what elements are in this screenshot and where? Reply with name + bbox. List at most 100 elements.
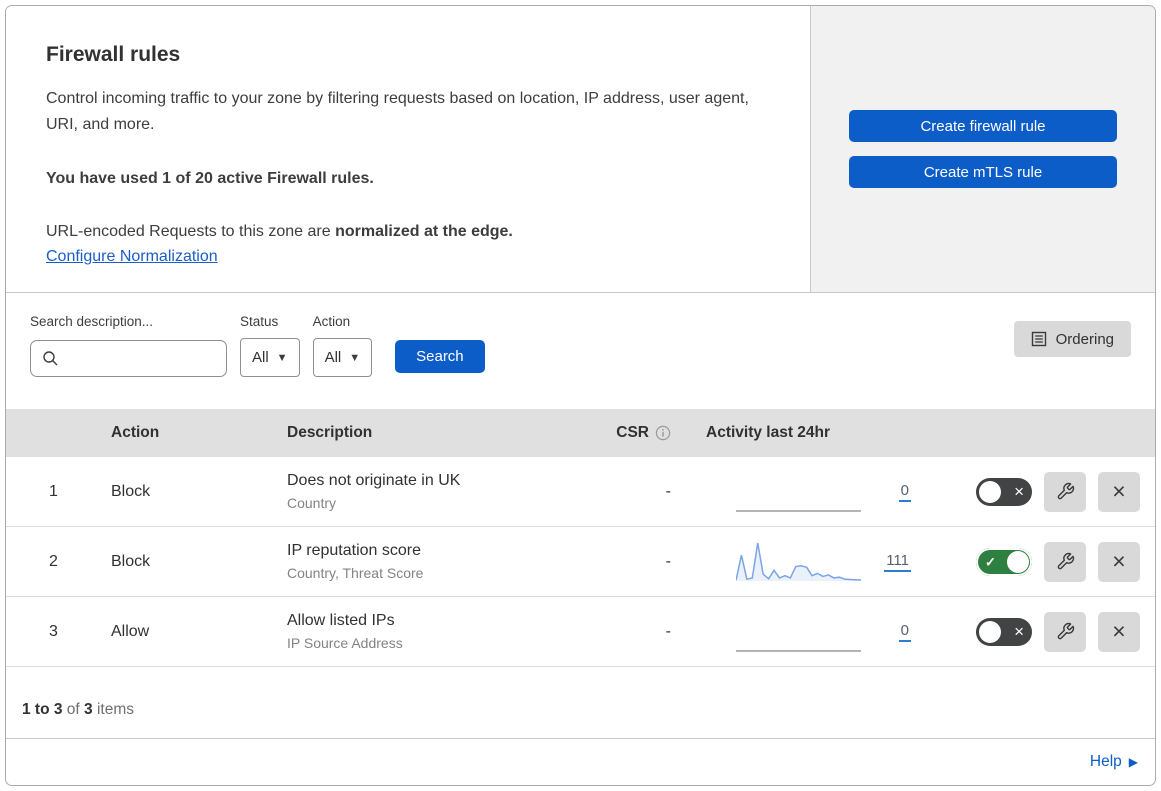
ordering-button-label: Ordering [1055,330,1114,348]
rule-enabled-toggle[interactable]: × ✓ [976,547,1032,576]
toggle-knob [979,480,1001,503]
normalization-note: URL-encoded Requests to this zone are no… [46,219,770,245]
search-input[interactable] [67,350,215,367]
create-mtls-rule-button[interactable]: Create mTLS rule [849,156,1117,188]
rule-csr: - [665,552,671,570]
chevron-down-icon: ▼ [276,351,288,364]
rule-action: Allow [111,622,150,640]
rule-description-cell: Allow listed IPs IP Source Address [281,612,611,651]
close-icon: × [1112,548,1126,574]
status-value: All [252,349,269,366]
status-field-group: Status All ▼ [240,314,300,377]
table-row: 2 Block IP reputation score Country, Thr… [6,527,1155,597]
activity-sparkline [736,542,861,581]
toggle-off-icon: × [1014,481,1024,501]
column-activity: Activity last 24hr [706,424,831,441]
table-header: Action Description CSR Activity last 24h… [6,409,1155,457]
delete-rule-button[interactable]: × [1098,611,1140,652]
items-total: 3 [84,700,93,718]
rule-controls: × ✓ × [926,471,1155,512]
rule-action: Block [111,482,151,500]
rule-action: Block [111,552,151,570]
search-icon [43,351,58,366]
toggle-on-icon: ✓ [985,554,996,569]
activity-count-link[interactable]: 0 [898,622,911,642]
hero-text-column: Firewall rules Control incoming traffic … [6,6,810,292]
wrench-icon [1057,552,1074,570]
rule-activity-cell: 0 [686,610,926,654]
usage-note: You have used 1 of 20 active Firewall ru… [46,170,374,187]
activity-count-link[interactable]: 111 [884,552,911,572]
rule-controls: × ✓ × [926,541,1155,582]
action-label: Action [312,314,351,329]
delete-rule-button[interactable]: × [1098,471,1140,512]
rule-priority: 2 [49,552,58,570]
toggle-knob [979,620,1001,643]
toggle-knob [1007,550,1029,573]
rule-enabled-toggle[interactable]: × ✓ [976,477,1032,506]
items-word: items [92,700,134,718]
help-link-label: Help [1089,752,1122,770]
wrench-icon [1057,482,1074,500]
rule-description: Does not originate in UK [287,472,461,489]
action-panel: Create firewall rule Create mTLS rule [810,6,1155,292]
rule-csr: - [665,622,671,640]
table-row: 3 Allow Allow listed IPs IP Source Addre… [6,597,1155,667]
search-button[interactable]: Search [395,340,485,373]
toggle-off-icon: × [1014,621,1024,641]
rule-activity-cell: 111 [686,540,926,584]
rule-activity-cell: 0 [686,470,926,514]
action-field-group: Action All ▼ [312,314,373,377]
delete-rule-button[interactable]: × [1098,541,1140,582]
normalization-prefix: URL-encoded Requests to this zone are [46,223,336,240]
create-firewall-rule-button[interactable]: Create firewall rule [849,110,1117,142]
edit-rule-button[interactable] [1044,471,1086,512]
edit-rule-button[interactable] [1044,541,1086,582]
rule-description: Allow listed IPs [287,612,395,629]
activity-count-link[interactable]: 0 [898,482,911,502]
activity-sparkline [736,509,861,512]
activity-sparkline [736,649,861,652]
info-icon[interactable] [655,425,671,441]
items-of: of [62,700,85,718]
filter-bar: Search description... Status All ▼ Actio… [6,293,1155,409]
column-description: Description [287,424,373,441]
rule-priority: 3 [49,622,58,640]
ordering-button[interactable]: Ordering [1013,321,1131,357]
pagination-summary: 1 to 3 of 3 items [6,667,1155,739]
rule-enabled-toggle[interactable]: × ✓ [976,617,1032,646]
edit-rule-button[interactable] [1044,611,1086,652]
rule-fields: Country, Threat Score [287,565,424,581]
rule-description: IP reputation score [287,542,422,559]
help-bar: Help ▶ [6,739,1155,784]
firewall-rules-panel: Firewall rules Control incoming traffic … [5,5,1156,786]
status-label: Status [240,314,279,329]
rule-priority: 1 [49,482,58,500]
normalization-bold: normalized at the edge. [335,223,513,240]
help-link[interactable]: Help ▶ [1090,753,1138,771]
action-value: All [324,349,342,366]
ordered-list-icon [1031,331,1046,347]
configure-normalization-link[interactable]: Configure Normalization [46,248,218,265]
search-box[interactable] [30,340,227,377]
hero-section: Firewall rules Control incoming traffic … [6,6,1155,293]
column-action: Action [111,424,160,441]
rule-csr: - [665,482,671,500]
page-title: Firewall rules [46,43,181,66]
search-field-group: Search description... [30,314,227,377]
rule-fields: Country [287,495,337,511]
table-row: 1 Block Does not originate in UK Country… [6,457,1155,527]
rule-description-cell: Does not originate in UK Country [281,472,611,511]
search-label: Search description... [30,314,154,329]
close-icon: × [1112,478,1126,504]
chevron-down-icon: ▼ [349,351,361,364]
action-select[interactable]: All ▼ [312,338,373,377]
rule-description-cell: IP reputation score Country, Threat Scor… [281,542,611,581]
column-csr: CSR [611,424,686,442]
page-description: Control incoming traffic to your zone by… [46,90,749,133]
column-csr-label: CSR [616,424,649,441]
wrench-icon [1057,622,1074,640]
rule-controls: × ✓ × [926,611,1155,652]
items-range: 1 to 3 [22,700,63,718]
status-select[interactable]: All ▼ [240,338,300,377]
